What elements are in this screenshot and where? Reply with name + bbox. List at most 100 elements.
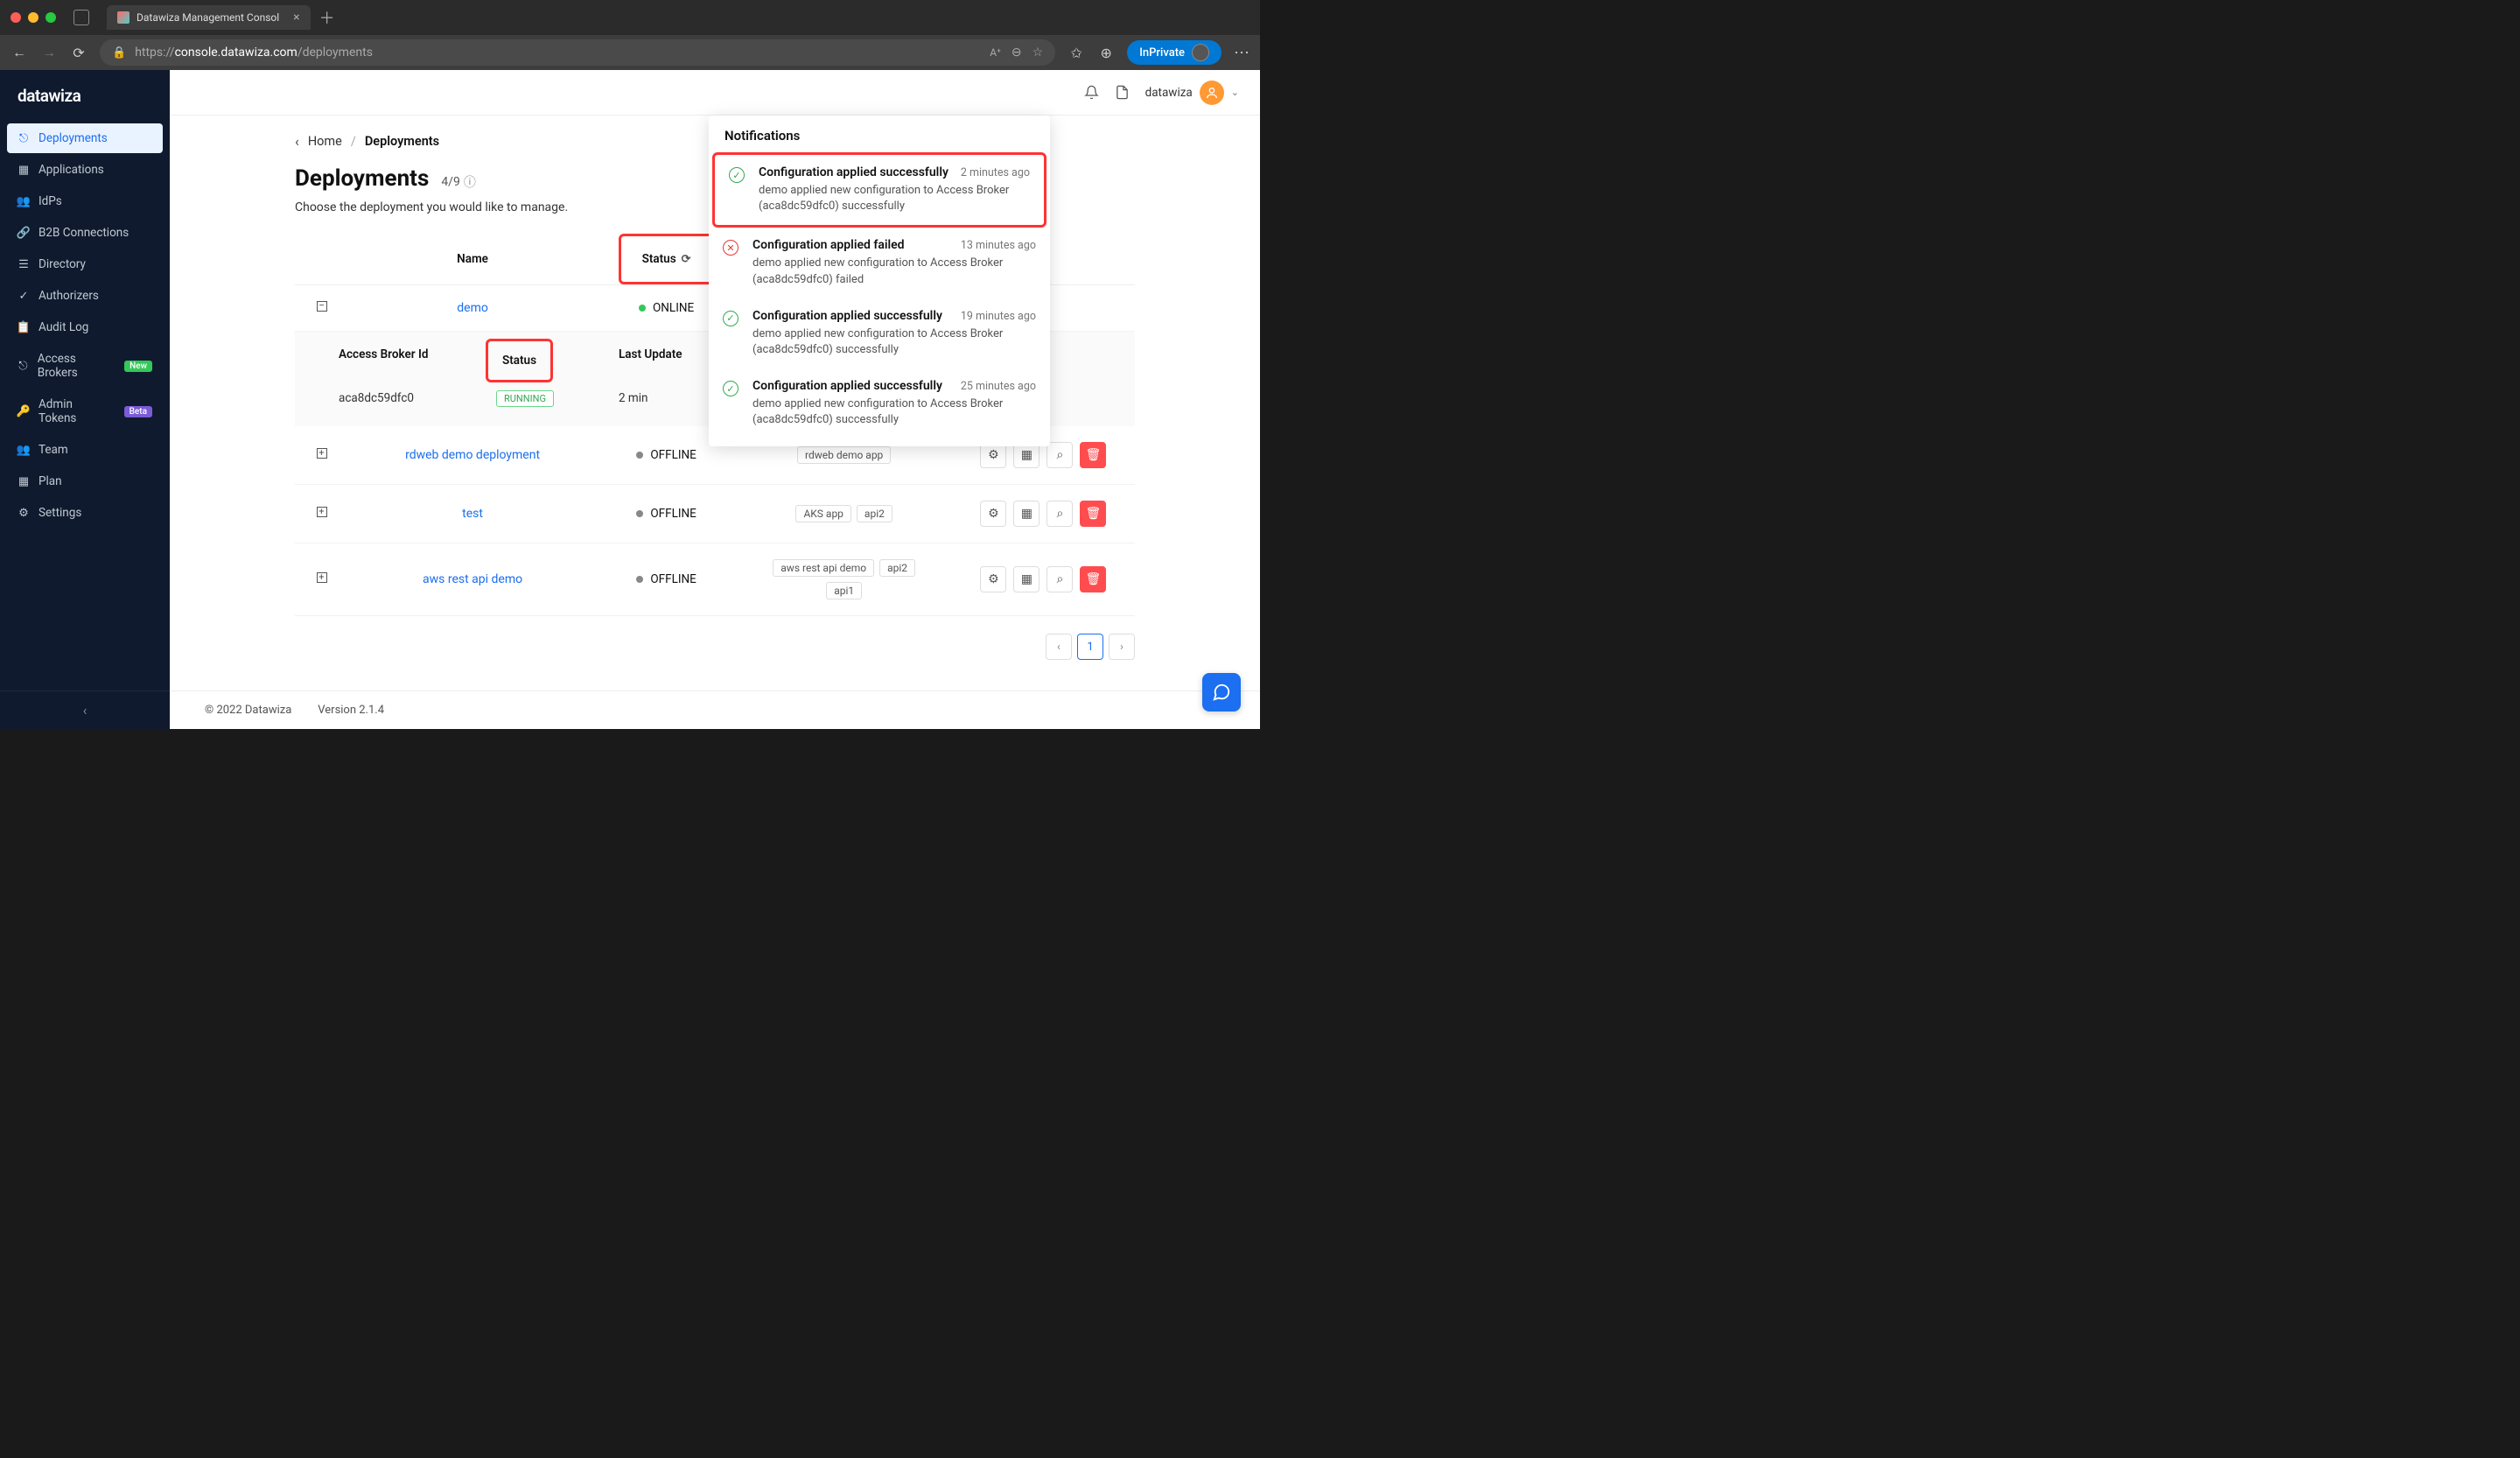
app-pill[interactable]: api1 bbox=[826, 582, 862, 599]
bell-icon[interactable] bbox=[1084, 85, 1099, 100]
qr-icon[interactable]: ▦ bbox=[1013, 566, 1040, 592]
inprivate-badge[interactable]: InPrivate bbox=[1127, 40, 1222, 65]
status-dot bbox=[636, 510, 643, 517]
app-pills: rdweb demo app bbox=[770, 446, 919, 464]
sidebar-item-admin-tokens[interactable]: 🔑 Admin Tokens Beta bbox=[7, 389, 163, 433]
maximize-window[interactable] bbox=[46, 12, 56, 23]
sidebar-item-authorizers[interactable]: ✓Authorizers bbox=[7, 281, 163, 311]
app-pill[interactable]: rdweb demo app bbox=[797, 446, 891, 464]
badge-beta: Beta bbox=[124, 406, 152, 417]
collections-icon[interactable]: ⊕ bbox=[1097, 45, 1115, 61]
topbar: datawiza ⌄ bbox=[170, 70, 1260, 116]
expand-icon[interactable] bbox=[317, 448, 327, 459]
sidebar-item-idps[interactable]: 👥 IdPs bbox=[7, 186, 163, 216]
address-bar[interactable]: 🔒 https://console.datawiza.com/deploymen… bbox=[100, 39, 1055, 66]
user-menu[interactable]: datawiza ⌄ bbox=[1145, 81, 1239, 105]
url-text: https://console.datawiza.com/deployments bbox=[135, 46, 981, 60]
notification-title: Configuration applied failed bbox=[752, 238, 905, 252]
deployment-name-link[interactable]: aws rest api demo bbox=[423, 572, 522, 586]
status-text: OFFLINE bbox=[650, 448, 696, 462]
gear-icon[interactable]: ⚙ bbox=[980, 442, 1006, 468]
collapse-icon[interactable] bbox=[317, 301, 327, 312]
sidebar-item-settings[interactable]: ⚙Settings bbox=[7, 498, 163, 528]
sidebar-item-label: IdPs bbox=[38, 194, 62, 208]
status-dot bbox=[636, 452, 643, 459]
chat-fab[interactable] bbox=[1202, 673, 1241, 711]
sidebar-item-applications[interactable]: ▦Applications bbox=[7, 155, 163, 185]
favorite-icon[interactable]: ☆ bbox=[1032, 46, 1044, 60]
search-icon[interactable]: ⌕ bbox=[1046, 442, 1073, 468]
page-count: 4/9 ⓘ bbox=[441, 173, 476, 191]
close-tab-icon[interactable]: × bbox=[293, 11, 299, 25]
nav-icon: 🔗 bbox=[18, 227, 30, 239]
app-pill[interactable]: aws rest api demo bbox=[773, 559, 874, 577]
expand-icon[interactable] bbox=[317, 507, 327, 517]
notification-title: Configuration applied successfully bbox=[752, 309, 942, 323]
page-next[interactable]: › bbox=[1109, 634, 1135, 660]
delete-icon[interactable]: 🗑 bbox=[1080, 442, 1106, 468]
info-icon[interactable]: ⓘ bbox=[464, 173, 476, 191]
delete-icon[interactable]: 🗑 bbox=[1080, 501, 1106, 527]
refresh-icon[interactable]: ⟳ bbox=[70, 45, 88, 61]
row-actions: ⚙ ▦⌕ 🗑 bbox=[961, 501, 1126, 527]
docs-icon[interactable] bbox=[1115, 85, 1130, 100]
delete-icon[interactable]: 🗑 bbox=[1080, 566, 1106, 592]
app-pills: AKS app api2 bbox=[770, 505, 919, 522]
notification-item[interactable]: ✓Configuration applied successfully19 mi… bbox=[709, 298, 1050, 368]
breadcrumb-home[interactable]: Home bbox=[308, 134, 342, 149]
sidebar-item-team[interactable]: 👥Team bbox=[7, 435, 163, 465]
page-number[interactable]: 1 bbox=[1077, 634, 1103, 660]
sidebar-item-audit-log[interactable]: 📋Audit Log bbox=[7, 312, 163, 342]
notification-item[interactable]: ✓Configuration applied successfully25 mi… bbox=[709, 368, 1050, 438]
sidebar-item-plan[interactable]: ▦Plan bbox=[7, 466, 163, 496]
notification-item[interactable]: ✓ Configuration applied successfully 2 min… bbox=[712, 152, 1046, 228]
app-pill[interactable]: AKS app bbox=[795, 505, 850, 522]
sidebar-item-access-brokers[interactable]: ⎋Access BrokersNew bbox=[7, 344, 163, 388]
logo-text: datawiza bbox=[18, 86, 80, 106]
app-pill[interactable]: api2 bbox=[857, 505, 892, 522]
deployment-name-link[interactable]: demo bbox=[457, 301, 488, 315]
page-title: Deployments bbox=[295, 165, 429, 192]
minimize-window[interactable] bbox=[28, 12, 38, 23]
window-controls bbox=[10, 12, 56, 23]
refresh-status-icon[interactable]: ⟳ bbox=[682, 253, 691, 266]
browser-toolbar: ← → ⟳ 🔒 https://console.datawiza.com/dep… bbox=[0, 35, 1260, 70]
footer-copyright: © 2022 Datawiza bbox=[205, 704, 291, 717]
gear-icon[interactable]: ⚙ bbox=[980, 566, 1006, 592]
page-prev[interactable]: ‹ bbox=[1046, 634, 1072, 660]
notification-title: Configuration applied successfully bbox=[759, 165, 948, 179]
nav-icon: 👥 bbox=[18, 195, 30, 207]
sidebar-item-label: Plan bbox=[38, 474, 62, 488]
close-window[interactable] bbox=[10, 12, 21, 23]
browser-tab[interactable]: Datawiza Management Consol × bbox=[107, 5, 311, 30]
breadcrumb-back-icon[interactable]: ‹ bbox=[295, 133, 299, 150]
notification-time: 2 minutes ago bbox=[961, 166, 1030, 179]
sidebar-toggle-icon[interactable] bbox=[74, 10, 89, 25]
deployment-name-link[interactable]: test bbox=[462, 507, 483, 521]
app-pill[interactable]: api2 bbox=[879, 559, 915, 577]
favorites-bar-icon[interactable]: ✩ bbox=[1068, 45, 1085, 61]
notification-title: Configuration applied successfully bbox=[752, 379, 942, 393]
notification-item[interactable]: ✕Configuration applied failed13 minutes … bbox=[709, 228, 1050, 298]
deployment-name-link[interactable]: rdweb demo deployment bbox=[405, 448, 540, 462]
nav-icon: 🔑 bbox=[18, 405, 30, 417]
sidebar-collapse[interactable]: ‹ bbox=[0, 690, 170, 729]
menu-icon[interactable]: ⋯ bbox=[1234, 44, 1250, 62]
gear-icon[interactable]: ⚙ bbox=[980, 501, 1006, 527]
back-icon[interactable]: ← bbox=[10, 44, 28, 61]
check-circle-icon: ✓ bbox=[729, 167, 745, 183]
search-icon[interactable]: ⌕ bbox=[1046, 566, 1073, 592]
qr-icon[interactable]: ▦ bbox=[1013, 442, 1040, 468]
new-tab-button[interactable]: ＋ bbox=[319, 6, 335, 29]
sidebar-item-b2b-connections[interactable]: 🔗B2B Connections bbox=[7, 218, 163, 248]
sidebar-item-label: Access Brokers bbox=[38, 352, 112, 380]
forward-icon[interactable]: → bbox=[40, 44, 58, 61]
sidebar-item-deployments[interactable]: ⎋Deployments bbox=[7, 123, 163, 153]
reader-icon[interactable]: A⁺ bbox=[990, 46, 1001, 59]
sidebar-item-label: Admin Tokens bbox=[38, 397, 112, 425]
search-icon[interactable]: ⌕ bbox=[1046, 501, 1073, 527]
expand-icon[interactable] bbox=[317, 572, 327, 583]
zoom-icon[interactable]: ⊖ bbox=[1012, 46, 1022, 60]
sidebar-item-directory[interactable]: ☰Directory bbox=[7, 249, 163, 279]
qr-icon[interactable]: ▦ bbox=[1013, 501, 1040, 527]
